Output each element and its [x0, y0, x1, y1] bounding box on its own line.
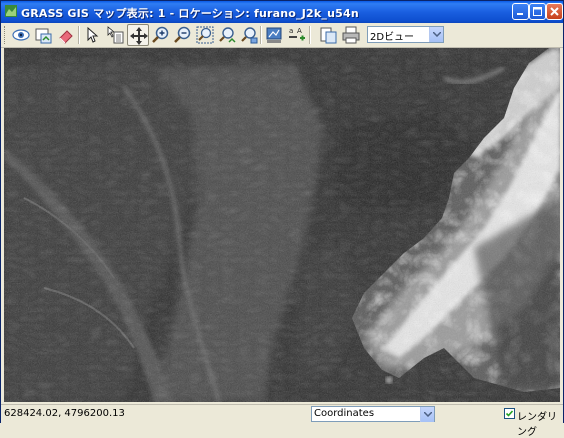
- display-button[interactable]: [10, 24, 32, 46]
- map-display-window: GRASS GIS マップ表示: 1 - ロケーション: furano_J2k_…: [0, 0, 564, 438]
- overlay-icon: a A: [289, 27, 305, 41]
- view-mode-dropdown-button[interactable]: [429, 27, 443, 42]
- status-mode-dropdown-button[interactable]: [420, 407, 434, 422]
- display-eye-icon: [12, 29, 30, 41]
- toolbar-separator: [260, 26, 262, 44]
- save-icon: [320, 27, 337, 44]
- checkmark-icon: [505, 410, 514, 417]
- toolbar-grip[interactable]: [4, 26, 8, 44]
- print-icon: [342, 26, 360, 44]
- zoom-region-button[interactable]: [238, 24, 260, 46]
- overlay-button[interactable]: a A: [286, 24, 308, 46]
- status-bar: 628424.02, 4796200.13 Coordinates レンダリング: [1, 404, 563, 438]
- chevron-down-icon: [433, 32, 441, 37]
- maximize-button[interactable]: [529, 3, 546, 20]
- pointer-button[interactable]: [81, 24, 103, 46]
- zoom-region-icon: [241, 27, 258, 44]
- close-button[interactable]: [546, 3, 563, 20]
- minimize-button[interactable]: [512, 3, 529, 20]
- render-checkbox[interactable]: [504, 408, 515, 419]
- zoom-back-icon: [219, 27, 236, 43]
- render-map-icon: [35, 28, 52, 44]
- window-title: GRASS GIS マップ表示: 1 - ロケーション: furano_J2k_…: [21, 7, 359, 20]
- app-icon: [5, 5, 17, 17]
- pan-icon: [130, 27, 148, 45]
- zoom-out-button[interactable]: [172, 24, 194, 46]
- zoom-extent-button[interactable]: [194, 24, 216, 46]
- zoom-in-icon: [152, 26, 169, 43]
- coordinates-readout: 628424.02, 4796200.13: [4, 408, 125, 419]
- elevation-map-image: [4, 48, 560, 402]
- pointer-icon: [87, 26, 99, 43]
- erase-icon: [59, 30, 73, 44]
- maximize-icon: [533, 7, 542, 16]
- status-mode-value: Coordinates: [314, 408, 375, 419]
- erase-button[interactable]: [55, 24, 77, 46]
- map-toolbar: a A: [1, 23, 563, 48]
- pan-button[interactable]: [127, 24, 149, 46]
- query-icon: [107, 26, 124, 44]
- zoom-extent-icon: [196, 26, 214, 44]
- query-button[interactable]: [104, 24, 126, 46]
- render-map-button[interactable]: [32, 24, 54, 46]
- toolbar-separator: [309, 26, 311, 44]
- chevron-down-icon: [424, 412, 432, 417]
- toolbar-separator: [78, 26, 80, 44]
- view-mode-select[interactable]: 2Dビュー: [367, 26, 444, 43]
- svg-text:A: A: [297, 27, 302, 35]
- save-button[interactable]: [317, 24, 339, 46]
- zoom-back-button[interactable]: [216, 24, 238, 46]
- render-checkbox-label[interactable]: レンダリング: [517, 408, 563, 438]
- zoom-out-icon: [174, 26, 191, 43]
- close-icon: [550, 7, 559, 16]
- analyze-icon: [266, 27, 282, 43]
- status-mode-select[interactable]: Coordinates: [311, 406, 435, 422]
- svg-text:a: a: [289, 27, 293, 35]
- map-canvas[interactable]: [4, 48, 560, 402]
- minimize-icon: [517, 13, 523, 15]
- view-mode-value: 2Dビュー: [370, 32, 415, 43]
- zoom-in-button[interactable]: [150, 24, 172, 46]
- print-button[interactable]: [340, 24, 362, 46]
- title-bar[interactable]: GRASS GIS マップ表示: 1 - ロケーション: furano_J2k_…: [1, 1, 563, 23]
- analyze-button[interactable]: [263, 24, 285, 46]
